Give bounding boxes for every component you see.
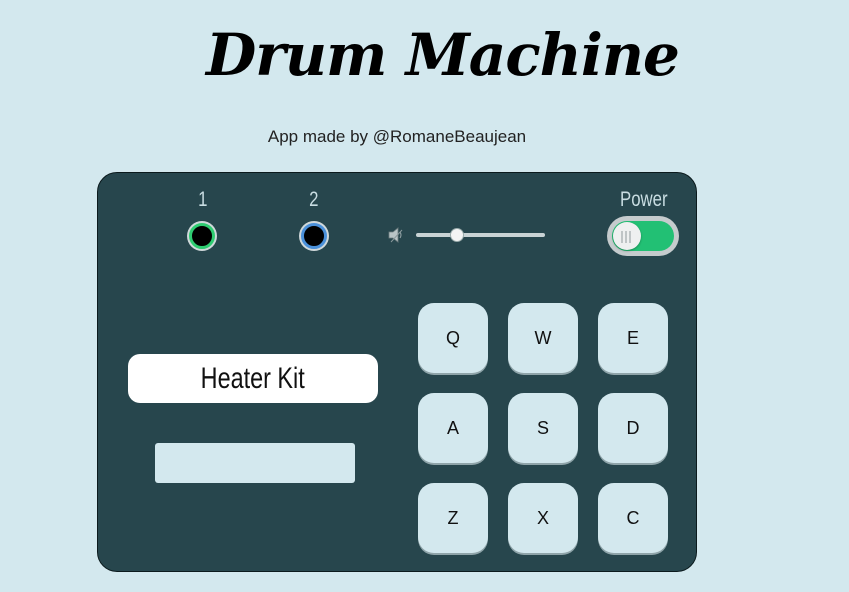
speaker-icon [388, 227, 403, 243]
drum-pad-d[interactable]: D [598, 393, 668, 463]
bank-2-button[interactable] [301, 223, 327, 249]
kit-name-text: Heater Kit [200, 362, 306, 395]
drum-pad-w[interactable]: W [508, 303, 578, 373]
drum-pad-c[interactable]: C [598, 483, 668, 553]
volume-slider-thumb[interactable] [450, 228, 465, 242]
volume-slider[interactable] [416, 228, 545, 242]
power-toggle[interactable] [607, 216, 679, 256]
drum-pad-e[interactable]: E [598, 303, 668, 373]
power-toggle-knob[interactable] [613, 222, 641, 250]
bank-1-button[interactable] [189, 223, 215, 249]
kit-name-display: Heater Kit [128, 354, 378, 403]
drum-pad-s[interactable]: S [508, 393, 578, 463]
drum-pad-a[interactable]: A [418, 393, 488, 463]
app-credit: App made by @RomaneBeaujean [267, 127, 527, 146]
bank-2-label: 2 [309, 188, 319, 211]
drum-pad-z[interactable]: Z [418, 483, 488, 553]
drum-machine: 1 2 Power Heater Kit QWE ASD ZXC [97, 172, 697, 572]
power-label: Power [620, 188, 668, 211]
grip-icon [621, 230, 633, 243]
bank-1-label: 1 [198, 188, 208, 211]
app-title: Drum Machine [206, 21, 680, 89]
drum-pad-q[interactable]: Q [418, 303, 488, 373]
drum-pad-x[interactable]: X [508, 483, 578, 553]
sound-name-display [155, 443, 355, 483]
